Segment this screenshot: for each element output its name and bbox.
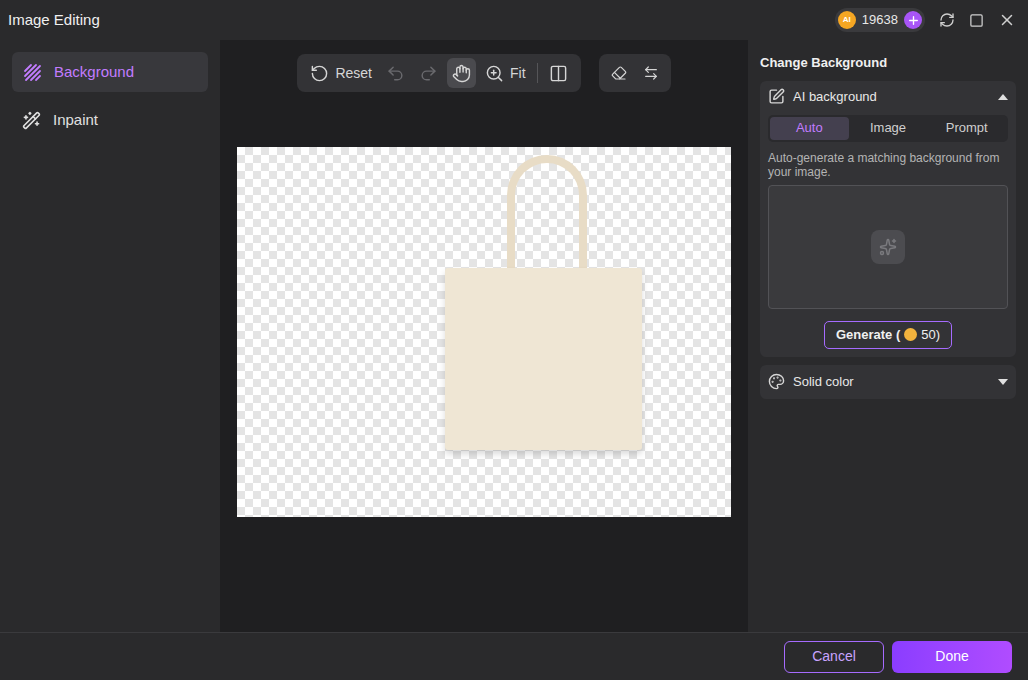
erase-icon [611, 65, 627, 81]
image-canvas[interactable] [237, 147, 731, 517]
palette-icon [768, 373, 785, 390]
refresh-icon[interactable] [939, 12, 955, 28]
close-icon[interactable] [998, 11, 1016, 29]
sidebar-item[interactable]: Background [12, 52, 208, 92]
cancel-button[interactable]: Cancel [784, 641, 884, 673]
compare-button[interactable] [544, 58, 573, 88]
ai-background-header[interactable]: AI background [768, 81, 1008, 113]
sidebar: Background Inpaint [0, 40, 220, 632]
undo-button[interactable] [381, 58, 410, 88]
hand-button[interactable] [447, 58, 476, 88]
coin-icon [904, 328, 917, 341]
done-button[interactable]: Done [892, 641, 1012, 673]
coin-icon: AI [838, 11, 856, 29]
credits-count: 19638 [862, 10, 898, 30]
background-icon [22, 62, 42, 82]
reset-button[interactable]: Reset [305, 58, 377, 88]
swap-button[interactable] [641, 58, 661, 88]
swap-icon [643, 65, 659, 81]
compare-icon [549, 64, 568, 83]
zoom-icon [485, 64, 504, 83]
inpaint-icon [22, 111, 41, 130]
reset-icon [310, 64, 329, 83]
title-bar: Image Editing AI 19638 [0, 0, 1028, 40]
hand-icon [452, 64, 471, 83]
toolbar-extra [599, 54, 671, 92]
body: Background Inpaint Reset Fit Change Backgrou… [0, 40, 1028, 632]
redo-button[interactable] [414, 58, 443, 88]
window-title: Image Editing [8, 9, 100, 32]
zoom-button[interactable]: Fit [480, 58, 531, 88]
maximize-icon[interactable] [969, 13, 984, 28]
add-credits-icon[interactable] [904, 11, 922, 29]
mode-tabs: AutoImagePrompt [768, 115, 1008, 142]
mode-tab[interactable]: Prompt [927, 117, 1006, 140]
collapse-icon[interactable] [998, 94, 1008, 100]
image-editing-window: Image Editing AI 19638 Background Inpaint Res… [0, 0, 1028, 680]
canvas-area: Reset Fit [220, 40, 748, 632]
right-panel: Change BackgroundAI backgroundAutoImageP… [748, 40, 1028, 632]
sparkle-icon [879, 238, 897, 256]
redo-icon [419, 64, 438, 83]
ai-background-card: AI backgroundAutoImagePromptAuto-generat… [760, 81, 1016, 357]
generate-button[interactable]: Generate (50) [824, 321, 952, 349]
mode-tab[interactable]: Auto [770, 117, 849, 140]
ai-background-icon [768, 88, 785, 105]
preview-box[interactable] [768, 185, 1008, 309]
credits-badge[interactable]: AI 19638 [835, 8, 925, 32]
mode-tab[interactable]: Image [849, 117, 928, 140]
toolbar: Reset Fit [297, 54, 580, 92]
solid-color-card[interactable]: Solid color [760, 365, 1016, 399]
erase-button[interactable] [609, 58, 629, 88]
footer: CancelDone [0, 632, 1028, 680]
panel-title: Change Background [760, 53, 1016, 73]
description: Auto-generate a matching background from… [768, 151, 1008, 179]
sidebar-item[interactable]: Inpaint [12, 100, 208, 140]
photo [445, 155, 642, 450]
expand-icon[interactable] [998, 379, 1008, 385]
undo-icon [386, 64, 405, 83]
